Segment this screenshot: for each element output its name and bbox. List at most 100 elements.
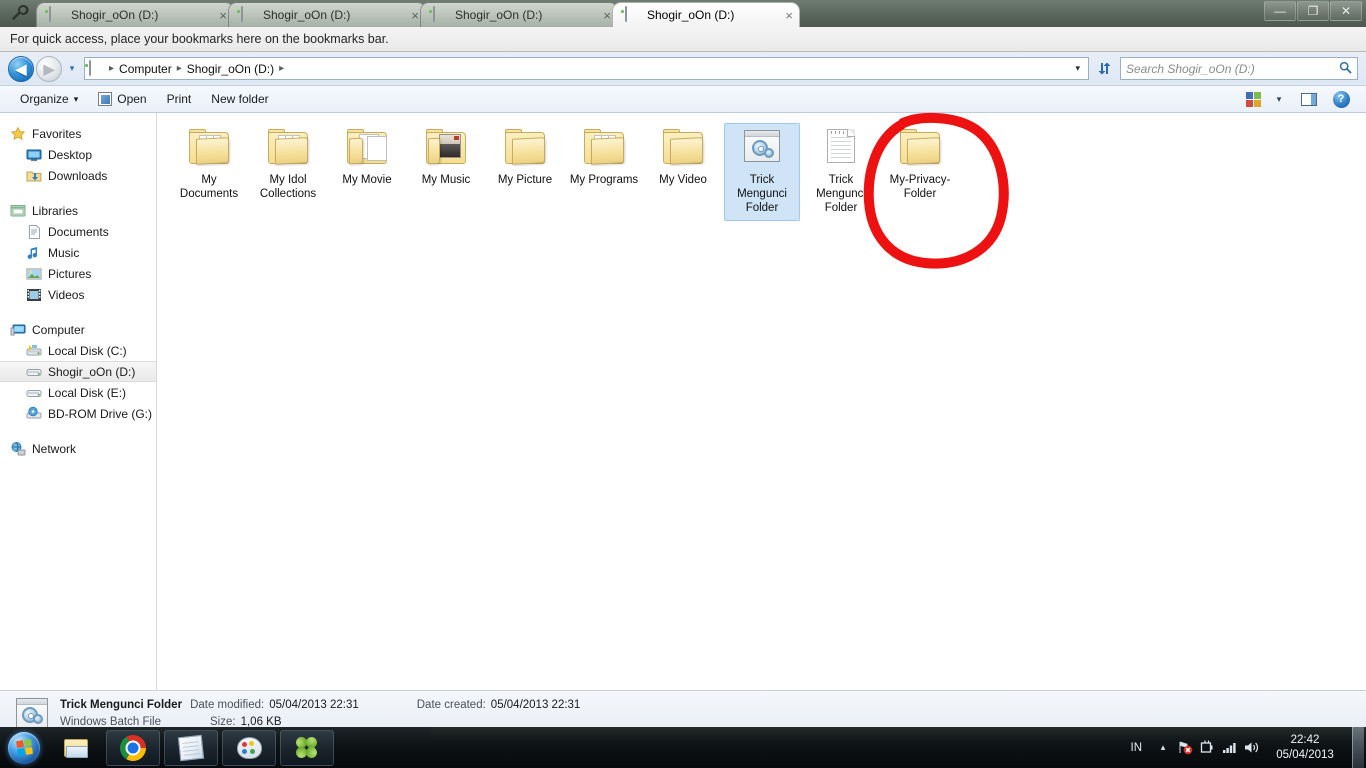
tab-close-icon[interactable]: × bbox=[593, 9, 611, 22]
breadcrumb-separator-icon: ▸ bbox=[109, 63, 115, 74]
tab-label: Shogir_oOn (D:) bbox=[263, 8, 351, 22]
signal-bars-icon[interactable] bbox=[1218, 737, 1240, 759]
file-item-selected[interactable]: Trick Mengunci Folder bbox=[724, 123, 800, 221]
clock-date: 05/04/2013 bbox=[1276, 748, 1334, 761]
file-item[interactable]: My Documents bbox=[171, 123, 247, 221]
sidebar-item-documents[interactable]: Documents bbox=[0, 221, 156, 242]
clock[interactable]: 22:42 05/04/2013 bbox=[1262, 733, 1348, 763]
forward-button[interactable]: ▶ bbox=[36, 55, 62, 82]
battery-icon[interactable] bbox=[1196, 737, 1218, 759]
browser-tab[interactable]: Shogir_oOn (D:) × bbox=[228, 2, 426, 27]
sidebar-item-bd-rom-drive-g[interactable]: BD-ROM Drive (G:) ( bbox=[0, 403, 156, 424]
file-name: Trick Mengunci Folder bbox=[737, 174, 787, 214]
tab-label: Shogir_oOn (D:) bbox=[647, 8, 735, 22]
view-dropdown-button[interactable]: ▾ bbox=[1266, 88, 1292, 110]
minimize-button[interactable]: — bbox=[1264, 1, 1296, 21]
taskbar-windows-explorer[interactable] bbox=[52, 730, 102, 766]
bookmarks-bar[interactable]: For quick access, place your bookmarks h… bbox=[0, 27, 1366, 52]
four-leaf-clover-icon bbox=[293, 734, 320, 761]
show-hidden-icons-button[interactable]: ▴ bbox=[1152, 737, 1174, 759]
sidebar-header-computer[interactable]: Computer bbox=[0, 319, 156, 340]
tab-close-icon[interactable]: × bbox=[401, 9, 419, 22]
file-name: My-Privacy-Folder bbox=[889, 174, 951, 200]
refresh-icon[interactable] bbox=[1092, 57, 1116, 80]
change-view-button[interactable] bbox=[1240, 88, 1266, 110]
navigation-bar: ◀ ▶ ▾ ▸ Computer ▸ Shogir_oOn (D:) ▸ ▾ S… bbox=[0, 52, 1366, 85]
file-item[interactable]: My Picture bbox=[487, 123, 563, 221]
navigation-pane: Favorites Desktop Downloads Libraries Do… bbox=[0, 113, 157, 690]
recent-pages-button[interactable]: ▾ bbox=[64, 56, 80, 82]
file-item[interactable]: My Music bbox=[408, 123, 484, 221]
sidebar-item-videos[interactable]: Videos bbox=[0, 284, 156, 305]
browser-tab[interactable]: Shogir_oOn (D:) × bbox=[36, 2, 234, 27]
file-name: My Documents bbox=[179, 174, 239, 200]
sidebar-item-music[interactable]: Music bbox=[0, 242, 156, 263]
sidebar-item-local-disk-e[interactable]: Local Disk (E:) bbox=[0, 382, 156, 403]
volume-icon[interactable] bbox=[1240, 737, 1262, 759]
sidebar-item-downloads[interactable]: Downloads bbox=[0, 165, 156, 186]
file-item[interactable]: My Movie bbox=[329, 123, 405, 221]
drive-icon bbox=[26, 364, 42, 380]
address-bar[interactable]: ▸ Computer ▸ Shogir_oOn (D:) ▸ ▾ bbox=[84, 57, 1089, 80]
sidebar-label: Favorites bbox=[32, 126, 82, 141]
new-folder-button[interactable]: New folder bbox=[201, 88, 278, 110]
explorer-body: Favorites Desktop Downloads Libraries Do… bbox=[0, 112, 1366, 690]
tab-close-icon[interactable]: × bbox=[775, 9, 793, 22]
sidebar-item-shogir-oon-d[interactable]: Shogir_oOn (D:) bbox=[0, 361, 156, 382]
close-button[interactable]: ✕ bbox=[1330, 1, 1362, 21]
browser-tab[interactable]: Shogir_oOn (D:) × bbox=[420, 2, 618, 27]
view-grid-icon bbox=[1245, 91, 1261, 107]
file-item[interactable]: My Idol Collections bbox=[250, 123, 326, 221]
show-desktop-button[interactable] bbox=[1352, 727, 1364, 768]
file-name: My Music bbox=[421, 174, 471, 186]
libraries-icon bbox=[10, 203, 26, 219]
maximize-button[interactable]: ❐ bbox=[1297, 1, 1329, 21]
paint-palette-icon bbox=[236, 736, 262, 759]
desktop-taskbar-area: IN ▴ 22:42 05/04/2013 bbox=[0, 727, 1366, 768]
search-input[interactable]: Search Shogir_oOn (D:) bbox=[1120, 57, 1358, 80]
taskbar-notepad[interactable] bbox=[164, 729, 218, 766]
sidebar-header-favorites[interactable]: Favorites bbox=[0, 123, 156, 144]
start-button[interactable] bbox=[0, 729, 48, 767]
sidebar-item-desktop[interactable]: Desktop bbox=[0, 144, 156, 165]
preview-pane-icon bbox=[1301, 92, 1317, 106]
sidebar-header-network[interactable]: Network bbox=[0, 438, 156, 459]
sidebar-label: Network bbox=[32, 441, 77, 456]
file-item[interactable]: Trick Mengunci Folder bbox=[803, 123, 879, 221]
sidebar-header-libraries[interactable]: Libraries bbox=[0, 200, 156, 221]
browser-tab-active[interactable]: Shogir_oOn (D:) × bbox=[612, 2, 800, 27]
downloads-icon bbox=[26, 168, 42, 184]
notepad-icon bbox=[177, 734, 205, 761]
chevron-down-icon: ▾ bbox=[73, 93, 79, 104]
drive-icon bbox=[26, 385, 42, 401]
organize-label: Organize bbox=[20, 92, 69, 106]
taskbar-paint[interactable] bbox=[222, 729, 276, 766]
file-list-pane[interactable]: My Documents My Idol Collections My Movi… bbox=[157, 112, 1366, 690]
help-button[interactable]: ? bbox=[1326, 88, 1356, 110]
help-icon: ? bbox=[1332, 90, 1350, 108]
taskbar-clover[interactable] bbox=[280, 729, 334, 766]
file-item[interactable]: My Video bbox=[645, 123, 721, 221]
print-button[interactable]: Print bbox=[157, 88, 202, 110]
address-dropdown-icon[interactable]: ▾ bbox=[1071, 63, 1084, 74]
tab-close-icon[interactable]: × bbox=[209, 9, 227, 22]
sidebar-item-pictures[interactable]: Pictures bbox=[0, 263, 156, 284]
taskbar-google-chrome[interactable] bbox=[106, 729, 160, 766]
file-item[interactable]: My Programs bbox=[566, 123, 642, 221]
network-error-icon[interactable] bbox=[1174, 737, 1196, 759]
breadcrumb-computer[interactable]: Computer bbox=[116, 62, 175, 76]
sidebar-label: Pictures bbox=[48, 266, 92, 281]
open-button[interactable]: Open bbox=[88, 88, 156, 110]
preview-pane-button[interactable] bbox=[1292, 88, 1326, 110]
file-item[interactable]: My-Privacy-Folder bbox=[882, 123, 958, 221]
drive-icon bbox=[625, 6, 641, 23]
back-button[interactable]: ◀ bbox=[8, 55, 34, 82]
sidebar-item-local-disk-c[interactable]: Local Disk (C:) bbox=[0, 340, 156, 361]
breadcrumb-drive[interactable]: Shogir_oOn (D:) bbox=[184, 62, 277, 76]
details-date-modified-label: Date modified: bbox=[190, 699, 265, 711]
organize-button[interactable]: Organize ▾ bbox=[10, 88, 88, 110]
language-indicator[interactable]: IN bbox=[1121, 742, 1153, 754]
details-file-name: Trick Mengunci Folder bbox=[60, 699, 183, 711]
sidebar-label: Desktop bbox=[48, 147, 93, 162]
wrench-icon[interactable] bbox=[8, 2, 30, 24]
